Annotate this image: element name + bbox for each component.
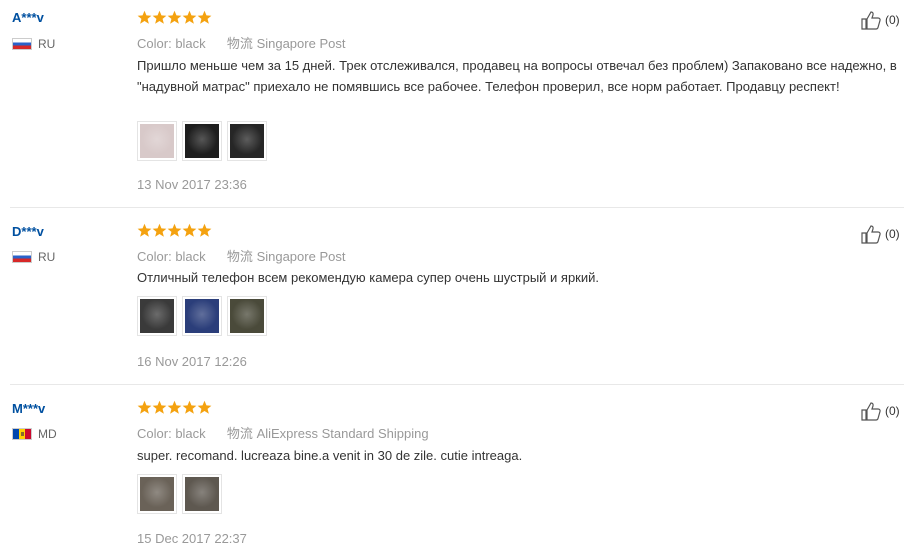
review-item: A***v RU Color: black 物流 Singapore Post … [0,0,904,208]
photo-image [140,477,174,511]
moldova-flag-icon [12,428,32,440]
star-icon [137,223,152,237]
star-icon [167,10,182,24]
star-icon [197,400,212,414]
star-icon [197,223,212,237]
photo-image [230,124,264,158]
star-icon [152,223,167,237]
russia-flag-icon [12,251,32,263]
review-photo-thumbnail[interactable] [182,121,222,161]
country-code: RU [38,37,56,51]
order-info: Color: black 物流 Singapore Post [137,246,345,265]
photo-image [230,299,264,333]
thumbs-up-icon[interactable] [861,401,883,421]
review-item: D***v RU Color: black 物流 Singapore Post … [0,208,904,385]
helpful-count: (0) [885,13,900,27]
shipping-label: 物流 [226,426,253,441]
review-date: 16 Nov 2017 12:26 [137,354,247,369]
shipping-label: 物流 [226,36,253,51]
review-photos [137,474,227,514]
review-photo-thumbnail[interactable] [137,296,177,336]
review-photo-thumbnail[interactable] [182,474,222,514]
review-photo-thumbnail[interactable] [227,296,267,336]
reviewer-country: MD [12,427,57,441]
review-photo-thumbnail[interactable] [137,474,177,514]
photo-image [185,124,219,158]
shipping-label: 物流 [226,249,253,264]
helpful-button[interactable]: (0) [861,224,900,244]
star-icon [182,400,197,414]
helpful-button[interactable]: (0) [861,10,900,30]
review-photos [137,121,272,161]
review-text: Отличный телефон всем рекомендую камера … [137,270,600,285]
star-icon [137,400,152,414]
country-code: MD [38,427,57,441]
reviewer-name[interactable]: M***v [12,401,45,416]
order-info: Color: black 物流 Singapore Post [137,33,345,52]
color-value: black [175,426,206,441]
reviewer-name[interactable]: A***v [12,10,44,25]
review-text: Пришло меньше чем за 15 дней. Трек отсле… [137,58,897,94]
color-label: Color: [137,249,172,264]
helpful-count: (0) [885,404,900,418]
russia-flag-icon [12,38,32,50]
color-value: black [175,249,206,264]
photo-image [140,124,174,158]
photo-image [185,477,219,511]
star-icon [182,10,197,24]
color-label: Color: [137,426,172,441]
reviewer-name[interactable]: D***v [12,224,44,239]
star-icon [152,400,167,414]
review-date: 13 Nov 2017 23:36 [137,177,247,192]
review-photo-thumbnail[interactable] [137,121,177,161]
star-icon [167,223,182,237]
shipping-value: AliExpress Standard Shipping [256,426,429,441]
review-photo-thumbnail[interactable] [227,121,267,161]
star-icon [182,223,197,237]
review-text: super. recomand. lucreaza bine.a venit i… [137,448,523,463]
photo-image [140,299,174,333]
star-icon [152,10,167,24]
color-value: black [175,36,206,51]
review-item: M***v MD Color: black 物流 AliExpress Stan… [0,385,904,557]
thumbs-up-icon[interactable] [861,10,883,30]
rating-stars [137,223,212,238]
star-icon [167,400,182,414]
reviewer-country: RU [12,37,55,51]
review-photo-thumbnail[interactable] [182,296,222,336]
reviewer-country: RU [12,250,55,264]
rating-stars [137,400,212,415]
rating-stars [137,10,212,25]
photo-image [185,299,219,333]
helpful-count: (0) [885,227,900,241]
helpful-button[interactable]: (0) [861,401,900,421]
shipping-value: Singapore Post [256,36,346,51]
review-date: 15 Dec 2017 22:37 [137,531,247,546]
shipping-value: Singapore Post [256,249,346,264]
country-code: RU [38,250,56,264]
star-icon [197,10,212,24]
order-info: Color: black 物流 AliExpress Standard Ship… [137,423,429,442]
star-icon [137,10,152,24]
color-label: Color: [137,36,172,51]
thumbs-up-icon[interactable] [861,224,883,244]
review-photos [137,296,272,336]
